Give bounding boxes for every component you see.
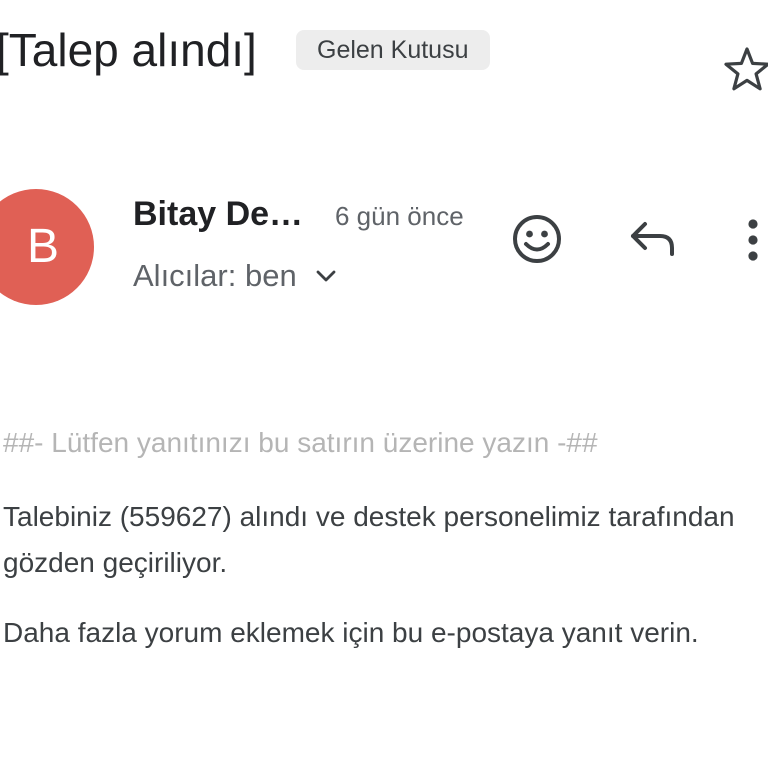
smiley-icon [513,215,561,263]
body-paragraph-1: Talebiniz (559627) alındı ve destek pers… [3,501,735,578]
reply-marker-line: ##- Lütfen yanıtınızı bu satırın üzerine… [3,427,598,458]
inbox-label-chip[interactable]: Gelen Kutusu [296,30,490,70]
add-reaction-button[interactable] [510,212,564,266]
recipients-toggle[interactable]: Alıcılar: ben [133,255,339,297]
sent-time: 6 gün önce [335,201,464,231]
star-button[interactable] [722,44,768,94]
star-outline-icon [724,47,768,91]
more-vert-icon [748,219,758,261]
recipients-label: Alıcılar: ben [133,258,297,293]
sender-name[interactable]: Bitay De… [133,190,313,238]
reply-icon [631,222,674,256]
email-subject: [Talep alındı] [0,24,257,76]
sender-avatar[interactable]: B [0,189,94,305]
chevron-down-icon [316,270,336,282]
more-options-button[interactable] [738,212,768,268]
body-paragraph-2: Daha fazla yorum eklemek için bu e-posta… [3,617,699,648]
reply-button[interactable] [626,214,682,264]
email-body: ##- Lütfen yanıtınızı bu satırın üzerine… [3,420,763,680]
email-view: [Talep alındı] Gelen Kutusu B Bitay De… … [0,0,768,768]
